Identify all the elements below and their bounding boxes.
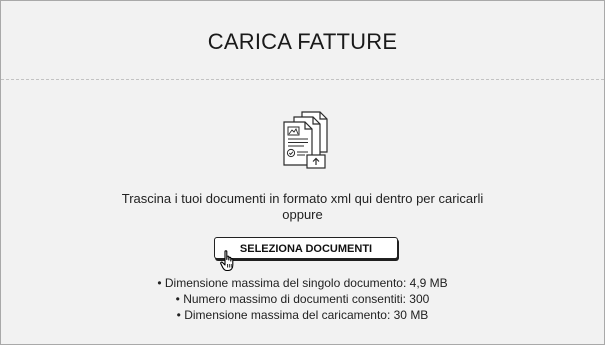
page-title: CARICA FATTURE (207, 29, 398, 54)
panel-header: CARICA FATTURE (1, 1, 604, 80)
limit-max-document-size: Dimensione massima del singolo documento… (101, 275, 504, 291)
instruction-text: Trascina i tuoi documenti in formato xml… (121, 191, 484, 206)
documents-upload-icon (283, 111, 328, 169)
hand-pointer-icon (220, 250, 234, 272)
limit-max-upload-size: Dimensione massima del caricamento: 30 M… (101, 307, 504, 323)
instruction-or: oppure (282, 207, 323, 222)
drop-zone[interactable]: Trascina i tuoi documenti in formato xml… (1, 80, 604, 344)
upload-panel: CARICA FATTURE Trascina i tuoi documenti… (0, 0, 605, 345)
upload-limits-list: Dimensione massima del singolo documento… (101, 275, 504, 323)
drop-instruction: Trascina i tuoi documenti in formato xml… (91, 191, 514, 223)
limit-max-document-count: Numero massimo di documenti consentiti: … (101, 291, 504, 307)
select-documents-button[interactable]: SELEZIONA DOCUMENTI (214, 237, 398, 259)
